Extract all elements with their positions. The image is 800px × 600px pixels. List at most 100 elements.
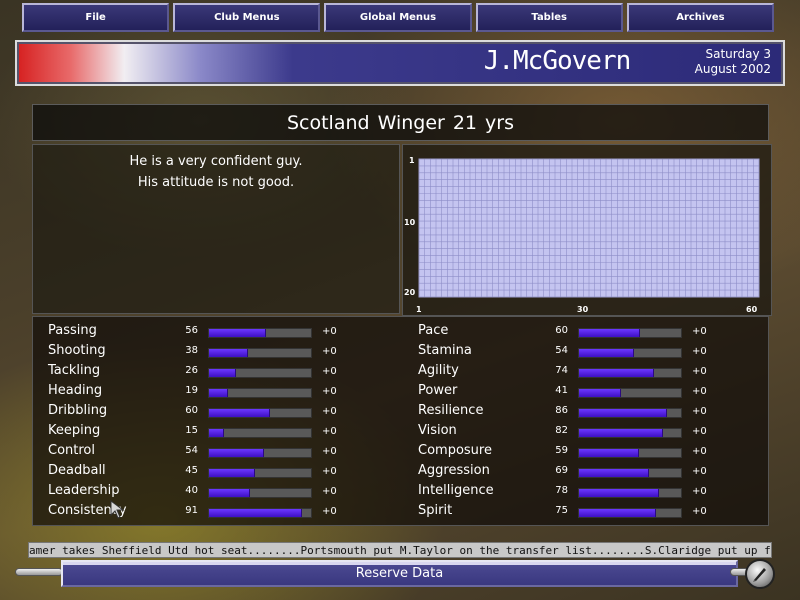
attribute-bar-fill <box>209 389 229 397</box>
game-date: Saturday 3 August 2002 <box>695 47 771 77</box>
player-subtitle: Scotland Winger 21 yrs <box>32 104 769 141</box>
date-line-2: August 2002 <box>694 62 771 76</box>
attribute-value: 38 <box>185 345 198 356</box>
attribute-bar <box>578 488 682 498</box>
attribute-row: Resilience 86 +0 <box>418 401 778 421</box>
attribute-change: +0 <box>692 346 707 357</box>
personality-line-2: His attitude is not good. <box>137 175 295 190</box>
attribute-row: Shooting 38 +0 <box>48 341 408 361</box>
pen-nib-icon[interactable] <box>745 559 775 589</box>
attribute-value: 15 <box>185 425 198 436</box>
attribute-name: Resilience <box>418 403 484 418</box>
y-tick-10: 10 <box>404 218 416 227</box>
attribute-row: Control 54 +0 <box>48 441 408 461</box>
mouse-cursor-icon <box>110 500 125 519</box>
attribute-value: 60 <box>555 325 568 336</box>
player-nation: Scotland <box>286 111 370 134</box>
attribute-change: +0 <box>322 466 337 477</box>
attribute-row: Deadball 45 +0 <box>48 461 408 481</box>
menu-global-menus-button[interactable]: Global Menus <box>324 3 472 32</box>
attribute-value: 56 <box>185 325 198 336</box>
attribute-change: +0 <box>692 326 707 337</box>
attribute-bar <box>578 348 682 358</box>
attribute-bar <box>578 388 682 398</box>
attribute-value: 45 <box>185 465 198 476</box>
attribute-bar-fill <box>209 329 267 337</box>
attribute-bar-fill <box>579 329 641 337</box>
attribute-row: Agility 74 +0 <box>418 361 778 381</box>
attribute-change: +0 <box>692 366 707 377</box>
attribute-name: Pace <box>418 323 449 338</box>
attribute-bar <box>208 348 312 358</box>
y-tick-20: 20 <box>404 288 416 297</box>
attribute-name: Spirit <box>418 503 453 518</box>
attribute-bar <box>208 508 312 518</box>
attribute-value: 26 <box>185 365 198 376</box>
menu-tables-button[interactable]: Tables <box>475 3 623 32</box>
personality-line-1: He is a very confident guy. <box>129 154 303 169</box>
attribute-bar-fill <box>579 489 659 497</box>
attribute-name: Intelligence <box>418 483 494 498</box>
attribute-row: Consistency 91 +0 <box>48 501 408 521</box>
attribute-bar-fill <box>209 409 271 417</box>
attribute-value: 60 <box>185 405 198 416</box>
attribute-bar <box>208 368 312 378</box>
attribute-bar <box>208 388 312 398</box>
attribute-value: 41 <box>555 385 568 396</box>
attribute-name: Stamina <box>418 343 472 358</box>
menu-archives-button[interactable]: Archives <box>626 3 775 32</box>
left-slider[interactable] <box>15 568 63 576</box>
menu-club-menus-button[interactable]: Club Menus <box>173 3 321 32</box>
attribute-row: Stamina 54 +0 <box>418 341 778 361</box>
attribute-bar <box>208 448 312 458</box>
x-tick-1: 1 <box>416 305 422 314</box>
attribute-name: Vision <box>418 423 457 438</box>
attribute-bar <box>578 368 682 378</box>
attribute-bar-fill <box>579 469 650 477</box>
attribute-bar <box>578 328 682 338</box>
attribute-row: Heading 19 +0 <box>48 381 408 401</box>
attribute-value: 19 <box>185 385 198 396</box>
attribute-name: Aggression <box>418 463 490 478</box>
attribute-bar-fill <box>579 349 635 357</box>
menu-file-button[interactable]: File <box>22 3 170 32</box>
attribute-bar <box>578 468 682 478</box>
attribute-row: Dribbling 60 +0 <box>48 401 408 421</box>
attribute-name: Composure <box>418 443 492 458</box>
attribute-change: +0 <box>322 506 337 517</box>
attribute-bar <box>578 428 682 438</box>
attribute-name: Shooting <box>48 343 106 358</box>
attribute-bar-fill <box>579 429 663 437</box>
attribute-name: Leadership <box>48 483 120 498</box>
player-banner: J.McGovern Saturday 3 August 2002 <box>15 40 785 86</box>
attribute-name: Control <box>48 443 95 458</box>
attribute-change: +0 <box>322 446 337 457</box>
player-position: Winger <box>377 111 445 134</box>
attribute-bar-fill <box>209 429 225 437</box>
attribute-row: Composure 59 +0 <box>418 441 778 461</box>
attribute-value: 54 <box>185 445 198 456</box>
player-name: J.McGovern <box>483 46 632 76</box>
x-tick-60: 60 <box>746 305 758 314</box>
attribute-bar-fill <box>579 509 656 517</box>
attribute-bar-fill <box>579 369 655 377</box>
attribute-name: Dribbling <box>48 403 108 418</box>
attribute-bar-fill <box>579 389 621 397</box>
attribute-value: 69 <box>555 465 568 476</box>
attribute-row: Vision 82 +0 <box>418 421 778 441</box>
attribute-bar-fill <box>579 449 640 457</box>
attribute-row: Intelligence 78 +0 <box>418 481 778 501</box>
reserve-data-button[interactable]: Reserve Data <box>61 560 738 587</box>
attribute-name: Deadball <box>48 463 106 478</box>
attribute-row: Keeping 15 +0 <box>48 421 408 441</box>
attribute-bar-fill <box>209 489 250 497</box>
attribute-change: +0 <box>322 346 337 357</box>
attribute-bar-fill <box>209 369 236 377</box>
attribute-bar <box>578 508 682 518</box>
y-tick-1: 1 <box>409 156 415 165</box>
attribute-value: 54 <box>555 345 568 356</box>
attribute-row: Power 41 +0 <box>418 381 778 401</box>
attribute-row: Aggression 69 +0 <box>418 461 778 481</box>
attribute-name: Power <box>418 383 458 398</box>
attribute-name: Keeping <box>48 423 101 438</box>
